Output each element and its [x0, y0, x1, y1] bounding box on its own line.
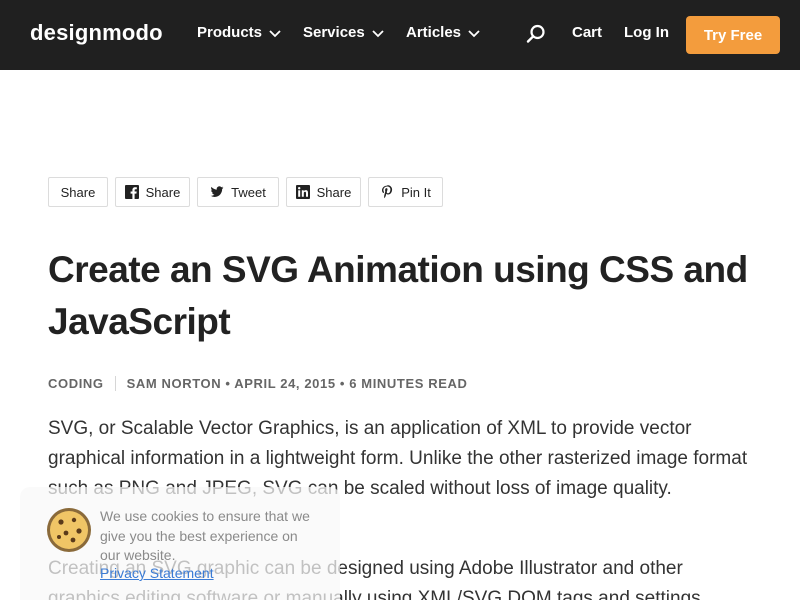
chevron-down-icon: [468, 29, 480, 37]
nav-services[interactable]: Services: [303, 24, 385, 41]
privacy-statement-link[interactable]: Privacy Statement: [100, 565, 214, 581]
search-icon[interactable]: [526, 24, 546, 44]
twitter-tweet-label: Tweet: [231, 184, 266, 200]
cookie-icon: [47, 508, 91, 552]
linkedin-share-button[interactable]: Share: [286, 177, 361, 207]
linkedin-icon: [295, 185, 310, 199]
pinterest-pin-label: Pin It: [401, 184, 431, 200]
facebook-share-label: Share: [145, 184, 181, 200]
pinterest-icon: [382, 185, 393, 199]
article-meta: CODING SAM NORTON • APRIL 24, 2015 • 6 M…: [48, 376, 467, 391]
share-button[interactable]: Share: [48, 177, 108, 207]
nav-articles[interactable]: Articles: [406, 24, 481, 41]
share-bar: Share Share Tweet Share Pin It: [48, 177, 450, 207]
nav-services-label: Services: [303, 24, 365, 41]
login-link[interactable]: Log In: [624, 24, 669, 41]
chevron-down-icon: [372, 29, 384, 37]
pinterest-pin-button[interactable]: Pin It: [368, 177, 443, 207]
top-navigation: designmodo Products Services Articles Ca…: [0, 0, 800, 70]
byline: SAM NORTON • APRIL 24, 2015 • 6 MINUTES …: [126, 376, 468, 391]
article-title: Create an SVG Animation using CSS and Ja…: [48, 249, 748, 342]
category-link[interactable]: CODING: [48, 376, 116, 391]
nav-articles-label: Articles: [406, 24, 462, 41]
twitter-icon: [210, 186, 224, 197]
nav-products-label: Products: [197, 24, 263, 41]
cookie-message: We use cookies to ensure that we give yo…: [100, 508, 310, 563]
facebook-icon: [124, 185, 139, 199]
linkedin-share-label: Share: [316, 184, 352, 200]
chevron-down-icon: [269, 29, 281, 37]
twitter-tweet-button[interactable]: Tweet: [197, 177, 279, 207]
logo[interactable]: designmodo: [30, 20, 163, 46]
cart-link[interactable]: Cart: [572, 24, 602, 41]
nav-products[interactable]: Products: [197, 24, 282, 41]
facebook-share-button[interactable]: Share: [115, 177, 190, 207]
share-button-label: Share: [60, 184, 96, 200]
cookie-banner: We use cookies to ensure that we give yo…: [20, 487, 340, 600]
try-free-button[interactable]: Try Free: [686, 16, 780, 54]
